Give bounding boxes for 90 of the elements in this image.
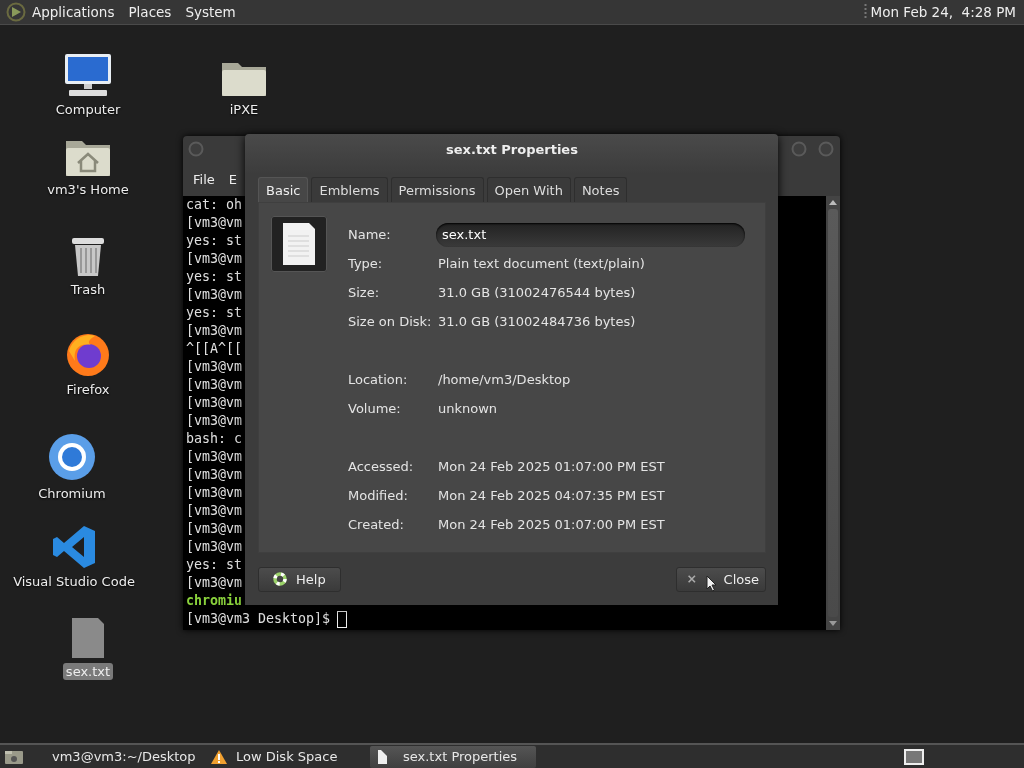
terminal-line: [vm3@vm <box>186 376 243 394</box>
text-cursor <box>337 610 348 628</box>
trash-icon <box>70 235 106 277</box>
taskbar-button[interactable]: sex.txt Properties <box>370 745 536 768</box>
tab[interactable]: Permissions <box>390 177 484 202</box>
tab[interactable]: Notes <box>573 177 628 202</box>
terminal-line: yes: st <box>186 268 243 286</box>
field-label: Name: <box>348 227 392 242</box>
panel-handle-icon <box>863 3 867 21</box>
taskbar-button[interactable]: Low Disk Space <box>204 745 364 768</box>
terminal-prompt: [vm3@vm3 Desktop]$ <box>186 610 331 628</box>
name-field[interactable]: sex.txt <box>436 222 745 247</box>
window-button-icon <box>791 141 807 157</box>
logo-icon <box>6 2 26 22</box>
desktop-icon-label[interactable]: Visual Studio Code <box>10 573 138 590</box>
field-value: Mon 24 Feb 2025 04:07:35 PM EST <box>438 488 666 503</box>
panel-menu[interactable]: System <box>185 4 236 20</box>
field-label: Size on Disk: <box>348 314 433 329</box>
terminal-line: chromiu <box>186 592 243 610</box>
terminal-line: ^[[A^[[ <box>186 340 243 358</box>
terminal-line: [vm3@vm <box>186 214 243 232</box>
document-icon <box>376 748 389 765</box>
field-label: Accessed: <box>348 459 415 474</box>
tab[interactable]: Emblems <box>311 177 388 202</box>
close-icon <box>687 573 697 585</box>
terminal-line: yes: st <box>186 232 243 250</box>
lifebuoy-icon <box>273 572 287 586</box>
field-value: 31.0 GB (31002484736 bytes) <box>438 314 637 329</box>
clock[interactable]: Mon Feb 24, 4:28 PM <box>870 4 1016 20</box>
monitor-icon <box>63 53 113 97</box>
ring-icon <box>48 433 96 481</box>
field-label: Type: <box>348 256 384 271</box>
tab[interactable]: Open With <box>486 177 571 202</box>
terminal-line: bash: c <box>186 430 243 448</box>
field-label: Created: <box>348 517 405 532</box>
mouse-pointer-icon <box>706 575 717 592</box>
terminal-line: [vm3@vm <box>186 448 243 466</box>
field-value: Plain text document (text/plain) <box>438 256 646 271</box>
document-icon <box>70 617 106 659</box>
show-desktop-icon <box>4 748 24 765</box>
document-icon <box>281 222 317 266</box>
terminal-line: [vm3@vm <box>186 538 243 556</box>
window-button-icon <box>818 141 834 157</box>
terminal-line: [vm3@vm <box>186 286 243 304</box>
menu-item[interactable]: E <box>228 171 237 187</box>
scroll-up-icon <box>829 199 837 205</box>
terminal-line: [vm3@vm <box>186 394 243 412</box>
field-value: unknown <box>438 401 499 416</box>
ribbon-icon <box>52 525 96 569</box>
field-value: /home/vm3/Desktop <box>438 372 572 387</box>
desktop-icon-label[interactable]: Computer <box>52 101 124 118</box>
window-title: sex.txt Properties <box>446 141 578 157</box>
desktop-icon-label[interactable]: iPXE <box>226 101 262 118</box>
field-value: Mon 24 Feb 2025 01:07:00 PM EST <box>438 517 666 532</box>
taskbar-button[interactable]: vm3@vm3:~/Desktop <box>38 745 198 768</box>
terminal-line: [vm3@vm <box>186 322 243 340</box>
scroll-down-icon <box>829 621 837 627</box>
terminal-line: [vm3@vm <box>186 520 243 538</box>
field-label: Size: <box>348 285 381 300</box>
desktop-icon-label[interactable]: Chromium <box>35 485 109 502</box>
close-button[interactable]: Close <box>676 566 766 592</box>
field-label: Volume: <box>348 401 402 416</box>
window-button-icon <box>188 141 204 157</box>
workspace-switcher[interactable] <box>904 748 924 765</box>
terminal-line: [vm3@vm <box>186 484 243 502</box>
terminal-line: [vm3@vm <box>186 466 243 484</box>
menu-item[interactable]: File <box>193 171 215 187</box>
field-label: Location: <box>348 372 409 387</box>
field-value: Mon 24 Feb 2025 01:07:00 PM EST <box>438 459 666 474</box>
desktop-icon-label[interactable]: Trash <box>67 281 109 298</box>
flame-globe-icon <box>65 331 111 377</box>
field-value: 31.0 GB (31002476544 bytes) <box>438 285 637 300</box>
desktop-icon-label[interactable]: Firefox <box>63 381 113 398</box>
warning-icon <box>210 748 228 765</box>
panel-menu[interactable]: Places <box>128 4 172 20</box>
terminal-line: yes: st <box>186 556 243 574</box>
terminal-line: cat: oh <box>186 196 243 214</box>
tab[interactable]: Basic <box>258 177 309 202</box>
terminal-line: [vm3@vm <box>186 412 243 430</box>
file-icon-button[interactable] <box>271 216 327 272</box>
terminal-line: [vm3@vm <box>186 502 243 520</box>
desktop-icon-label[interactable]: sex.txt <box>62 663 114 680</box>
desktop-icon-label[interactable]: vm3's Home <box>44 181 132 198</box>
terminal-line: yes: st <box>186 304 243 322</box>
field-label: Modified: <box>348 488 409 503</box>
terminal-line: [vm3@vm <box>186 250 243 268</box>
terminal-line: [vm3@vm <box>186 574 243 592</box>
terminal-line: [vm3@vm <box>186 358 243 376</box>
panel-menu[interactable]: Applications <box>32 4 115 20</box>
help-button[interactable]: Help <box>258 566 341 592</box>
